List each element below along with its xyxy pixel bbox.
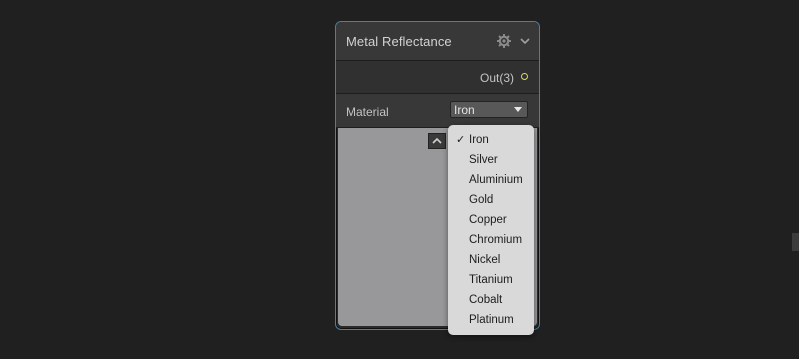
menu-item-label: Titanium <box>469 274 513 286</box>
node-title: Metal Reflectance <box>346 34 452 49</box>
material-dropdown[interactable]: Iron <box>450 101 528 118</box>
menu-item-silver[interactable]: Silver <box>448 150 534 170</box>
menu-item-label: Chromium <box>469 234 523 246</box>
menu-item-label: Iron <box>469 134 489 146</box>
menu-item-label: Nickel <box>469 254 501 266</box>
chevron-up-icon <box>432 137 442 144</box>
preview-toggle-button[interactable] <box>428 133 446 149</box>
menu-item-label: Aluminium <box>469 174 523 186</box>
menu-item-nickel[interactable]: Nickel <box>448 250 534 270</box>
material-row: Material Iron <box>336 94 539 128</box>
menu-item-platinum[interactable]: Platinum <box>448 310 534 330</box>
menu-item-iron[interactable]: ✓ Iron <box>448 130 534 150</box>
output-port[interactable] <box>521 73 528 80</box>
material-dropdown-menu: ✓ Iron Silver Aluminium Gold Copper Chro… <box>448 125 534 335</box>
menu-item-aluminium[interactable]: Aluminium <box>448 170 534 190</box>
menu-item-label: Platinum <box>469 314 514 326</box>
menu-item-copper[interactable]: Copper <box>448 210 534 230</box>
menu-item-label: Copper <box>469 214 507 226</box>
menu-item-chromium[interactable]: Chromium <box>448 230 534 250</box>
output-label: Out(3) <box>479 71 514 85</box>
menu-item-cobalt[interactable]: Cobalt <box>448 290 534 310</box>
material-label: Material <box>346 105 389 119</box>
menu-item-label: Cobalt <box>469 294 503 306</box>
gear-icon[interactable] <box>497 34 511 48</box>
output-row: Out(3) <box>336 61 539 94</box>
menu-item-gold[interactable]: Gold <box>448 190 534 210</box>
triangle-down-icon <box>514 107 522 112</box>
graph-canvas[interactable]: Metal Reflectance Out(3) Material Iron ✓… <box>0 0 799 359</box>
chevron-down-icon[interactable] <box>519 36 531 46</box>
menu-item-label: Silver <box>469 154 498 166</box>
node-header[interactable]: Metal Reflectance <box>336 22 539 61</box>
menu-item-titanium[interactable]: Titanium <box>448 270 534 290</box>
edge-scroll-handle[interactable] <box>792 233 799 251</box>
material-dropdown-value: Iron <box>454 103 475 117</box>
checkmark-icon: ✓ <box>456 134 466 146</box>
menu-item-label: Gold <box>469 194 494 206</box>
